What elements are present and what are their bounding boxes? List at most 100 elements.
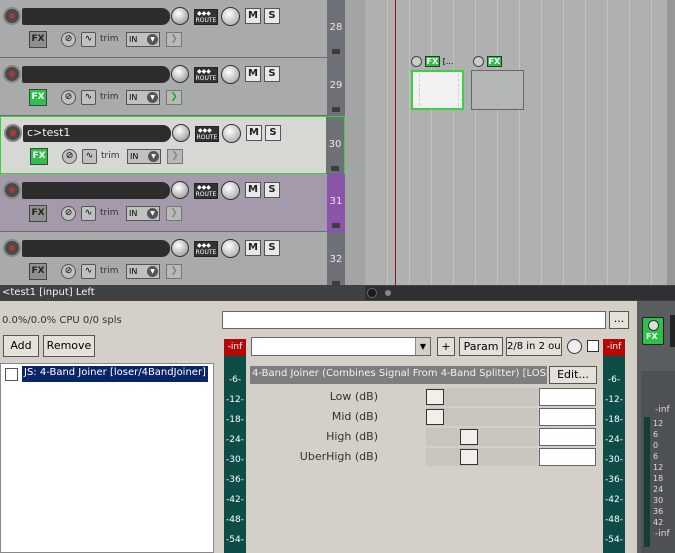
horizontal-scrollbar[interactable] — [365, 286, 675, 300]
item-fx-badge[interactable]: FX — [486, 56, 503, 67]
volume-knob[interactable] — [171, 181, 189, 199]
param-button[interactable]: Param — [459, 337, 503, 356]
folder-icon[interactable] — [332, 223, 340, 228]
trim-label[interactable]: trim — [101, 151, 120, 161]
monitor-icon[interactable]: ❯ — [167, 149, 183, 164]
mute-button[interactable]: M — [245, 182, 261, 198]
param-slider[interactable] — [426, 408, 538, 426]
param-slider-thumb[interactable] — [460, 429, 478, 445]
mute-button[interactable]: M — [246, 125, 262, 141]
volume-knob[interactable] — [171, 7, 189, 25]
param-value-field[interactable] — [539, 388, 596, 406]
folder-icon[interactable] — [332, 49, 340, 54]
input-select[interactable]: IN ▼ — [126, 206, 160, 221]
track-name[interactable] — [22, 8, 170, 25]
item-fx-badge[interactable]: FX — [424, 56, 441, 67]
track-31[interactable]: ROUTE M S FX ⊘ ∿ trim IN ▼ ❯ 31 — [0, 174, 345, 232]
volume-knob[interactable] — [172, 124, 190, 142]
remove-fx-button[interactable]: Remove — [43, 335, 95, 357]
arrange-view[interactable]: FX [... FX — [345, 0, 675, 285]
folder-icon[interactable] — [332, 107, 340, 112]
monitor-icon[interactable]: ❯ — [166, 206, 182, 221]
track-name[interactable] — [22, 66, 170, 83]
solo-button[interactable]: S — [264, 8, 280, 24]
bypass-checkbox[interactable] — [587, 340, 599, 352]
trim-label[interactable]: trim — [100, 92, 119, 102]
volume-knob[interactable] — [171, 65, 189, 83]
solo-button[interactable]: S — [265, 125, 281, 141]
fx-button[interactable]: FX — [29, 31, 47, 48]
phase-icon[interactable]: ⊘ — [61, 90, 76, 105]
param-slider[interactable] — [426, 448, 538, 466]
pan-knob[interactable] — [221, 7, 240, 26]
envelope-icon[interactable]: ∿ — [81, 264, 96, 279]
pan-knob[interactable] — [222, 124, 241, 143]
fx-list-item[interactable]: JS: 4-Band Joiner [loser/4BandJoiner] — [3, 366, 213, 383]
preset-dropdown[interactable]: ▼ — [251, 337, 431, 356]
track-29[interactable]: ROUTE M S FX ⊘ ∿ trim IN ▼ ❯ 29 — [0, 58, 345, 116]
mute-button[interactable]: M — [245, 66, 261, 82]
record-arm-button[interactable] — [3, 239, 21, 257]
param-slider-thumb[interactable] — [426, 389, 444, 405]
fx-list[interactable]: JS: 4-Band Joiner [loser/4BandJoiner] — [0, 363, 214, 553]
param-slider[interactable] — [426, 388, 538, 406]
mute-button[interactable]: M — [245, 240, 261, 256]
trim-label[interactable]: trim — [100, 34, 119, 44]
browse-button[interactable]: ... — [609, 311, 629, 329]
record-arm-button[interactable] — [3, 7, 21, 25]
route-button[interactable]: ROUTE — [194, 9, 218, 25]
fx-button[interactable]: FX — [30, 148, 48, 165]
media-item-1[interactable] — [411, 70, 464, 110]
scroll-left-icon[interactable] — [367, 288, 377, 298]
param-value-field[interactable] — [539, 408, 596, 426]
param-slider[interactable] — [426, 428, 538, 446]
envelope-icon[interactable]: ∿ — [82, 149, 97, 164]
record-arm-button[interactable] — [3, 181, 21, 199]
mixer-fx-button[interactable]: FX — [642, 317, 664, 345]
input-select[interactable]: IN ▼ — [126, 264, 160, 279]
mute-button[interactable]: M — [245, 8, 261, 24]
pan-knob[interactable] — [221, 65, 240, 84]
route-button[interactable]: ROUTE — [195, 126, 219, 142]
edit-plugin-button[interactable]: Edit... — [549, 366, 597, 384]
route-button[interactable]: ROUTE — [194, 241, 218, 257]
track-28[interactable]: ROUTE M S FX ⊘ ∿ trim IN ▼ ❯ 28 — [0, 0, 345, 58]
folder-icon[interactable] — [331, 166, 339, 171]
wet-knob-icon[interactable] — [567, 339, 582, 354]
envelope-icon[interactable]: ∿ — [81, 32, 96, 47]
volume-knob[interactable] — [171, 239, 189, 257]
pan-knob[interactable] — [221, 239, 240, 258]
solo-button[interactable]: S — [264, 182, 280, 198]
add-preset-button[interactable]: + — [437, 337, 455, 356]
record-arm-button[interactable] — [3, 65, 21, 83]
solo-button[interactable]: S — [264, 66, 280, 82]
input-select[interactable]: IN ▼ — [126, 90, 160, 105]
monitor-icon[interactable]: ❯ — [166, 264, 182, 279]
phase-icon[interactable]: ⊘ — [61, 32, 76, 47]
track-name[interactable] — [22, 240, 170, 257]
fx-button[interactable]: FX — [29, 89, 47, 106]
envelope-icon[interactable]: ∿ — [81, 90, 96, 105]
io-routing-button[interactable]: 2/8 in 2 out — [506, 337, 562, 356]
pan-knob[interactable] — [221, 181, 240, 200]
track-name[interactable]: c>test1 — [23, 125, 171, 142]
scroll-thumb[interactable] — [385, 290, 391, 296]
input-select[interactable]: IN ▼ — [127, 149, 161, 164]
param-value-field[interactable] — [539, 428, 596, 446]
route-button[interactable]: ROUTE — [194, 183, 218, 199]
param-slider-thumb[interactable] — [460, 449, 478, 465]
monitor-icon[interactable]: ❯ — [166, 32, 182, 47]
phase-icon[interactable]: ⊘ — [62, 149, 77, 164]
add-fx-button[interactable]: Add — [3, 335, 39, 357]
track-32[interactable]: ROUTE M S FX ⊘ ∿ trim IN ▼ ❯ 32 — [0, 232, 345, 285]
monitor-icon[interactable]: ❯ — [166, 90, 182, 105]
fx-enable-checkbox[interactable] — [5, 368, 18, 381]
fx-button[interactable]: FX — [29, 205, 47, 222]
track-30[interactable]: c>test1 ROUTE M S FX ⊘ ∿ trim IN ▼ ❯ 30 — [0, 116, 345, 175]
trim-label[interactable]: trim — [100, 208, 119, 218]
record-arm-button[interactable] — [4, 124, 22, 142]
solo-button[interactable]: S — [264, 240, 280, 256]
param-slider-thumb[interactable] — [426, 409, 444, 425]
phase-icon[interactable]: ⊘ — [61, 264, 76, 279]
param-value-field[interactable] — [539, 448, 596, 466]
